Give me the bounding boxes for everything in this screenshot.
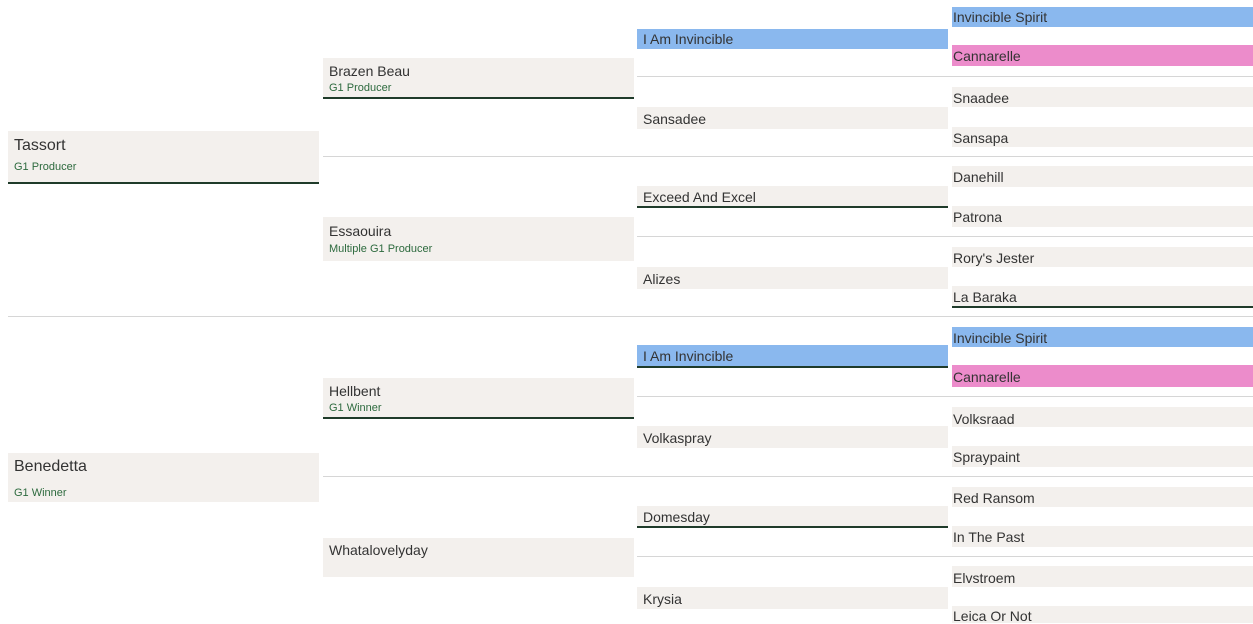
pedigree-gen4-entry[interactable]: Elvstroem — [952, 566, 1253, 587]
divider-gen2 — [323, 476, 1253, 477]
horse-name: Elvstroem — [953, 570, 1016, 586]
horse-name: Sansadee — [643, 111, 707, 127]
status-badge: G1 Winner — [329, 402, 382, 414]
pedigree-gen4-entry[interactable]: Spraypaint — [952, 446, 1253, 467]
pedigree-sire[interactable]: Tassort G1 Producer — [8, 131, 319, 184]
pedigree-gen2-entry[interactable]: Brazen Beau G1 Producer — [323, 58, 634, 99]
horse-name: Spraypaint — [953, 449, 1020, 465]
horse-name: Cannarelle — [953, 48, 1021, 64]
pedigree-gen4-entry[interactable]: Cannarelle — [952, 365, 1253, 387]
pedigree-gen4-entry[interactable]: Patrona — [952, 206, 1253, 227]
pedigree-gen2-entry[interactable]: Essaouira Multiple G1 Producer — [323, 217, 634, 261]
pedigree-gen4-entry[interactable]: In The Past — [952, 526, 1253, 547]
pedigree-gen3-entry[interactable]: I Am Invincible — [637, 345, 948, 368]
pedigree-gen3-entry[interactable]: Alizes — [637, 267, 948, 289]
divider-main — [8, 316, 1253, 317]
horse-name: Brazen Beau — [329, 63, 410, 79]
horse-name: Cannarelle — [953, 369, 1021, 385]
horse-name: Hellbent — [329, 383, 381, 399]
horse-name: Danehill — [953, 169, 1004, 185]
pedigree-gen4-entry[interactable]: Volksraad — [952, 407, 1253, 427]
horse-name: I Am Invincible — [643, 31, 734, 47]
divider-gen3 — [637, 556, 1253, 557]
status-badge: G1 Winner — [14, 487, 67, 499]
divider-gen3 — [637, 76, 1253, 77]
pedigree-gen4-entry[interactable]: La Baraka — [952, 286, 1253, 308]
status-badge: Multiple G1 Producer — [329, 243, 433, 255]
horse-name: Krysia — [643, 591, 682, 607]
horse-name: Essaouira — [329, 223, 392, 239]
horse-name: La Baraka — [953, 289, 1017, 305]
horse-name: Benedetta — [14, 458, 87, 475]
horse-name: Patrona — [953, 209, 1003, 225]
pedigree-gen4-entry[interactable]: Invincible Spirit — [952, 327, 1253, 347]
horse-name: Alizes — [643, 271, 681, 287]
pedigree-gen3-entry[interactable]: Volkaspray — [637, 426, 948, 448]
pedigree-gen4-entry[interactable]: Invincible Spirit — [952, 7, 1253, 27]
status-badge: G1 Producer — [14, 161, 77, 173]
horse-name: Volksraad — [953, 411, 1015, 427]
horse-name: Red Ransom — [953, 490, 1035, 506]
pedigree-gen3-entry[interactable]: Domesday — [637, 506, 948, 528]
horse-name: Snaadee — [953, 90, 1010, 106]
divider-gen3 — [637, 396, 1253, 397]
horse-name: Invincible Spirit — [953, 330, 1048, 346]
pedigree-gen4-entry[interactable]: Cannarelle — [952, 45, 1253, 66]
horse-name: Domesday — [643, 509, 710, 525]
pedigree-gen3-entry[interactable]: Sansadee — [637, 107, 948, 129]
pedigree-gen2-entry[interactable]: Whatalovelyday — [323, 538, 634, 577]
divider-gen3 — [637, 236, 1253, 237]
horse-name: In The Past — [953, 529, 1025, 545]
horse-name: I Am Invincible — [643, 348, 734, 364]
pedigree-dam[interactable]: Benedetta G1 Winner — [8, 453, 319, 502]
pedigree-gen4-entry[interactable]: Rory's Jester — [952, 247, 1253, 267]
pedigree-gen3-entry[interactable]: Exceed And Excel — [637, 186, 948, 208]
pedigree-gen3-entry[interactable]: I Am Invincible — [637, 29, 948, 49]
horse-name: Leica Or Not — [953, 608, 1032, 624]
horse-name: Whatalovelyday — [329, 542, 428, 558]
divider-gen2 — [323, 156, 1253, 157]
pedigree-gen2-entry[interactable]: Hellbent G1 Winner — [323, 378, 634, 419]
horse-name: Tassort — [14, 137, 66, 154]
horse-name: Volkaspray — [643, 430, 712, 446]
horse-name: Sansapa — [953, 130, 1009, 146]
horse-name: Invincible Spirit — [953, 9, 1048, 25]
horse-name: Rory's Jester — [953, 250, 1035, 266]
pedigree-gen4-entry[interactable]: Leica Or Not — [952, 606, 1253, 624]
pedigree-gen4-entry[interactable]: Sansapa — [952, 127, 1253, 147]
status-badge: G1 Producer — [329, 82, 392, 94]
pedigree-gen4-entry[interactable]: Danehill — [952, 166, 1253, 187]
pedigree-gen3-entry[interactable]: Krysia — [637, 587, 948, 609]
pedigree-gen4-entry[interactable]: Snaadee — [952, 87, 1253, 107]
pedigree-gen4-entry[interactable]: Red Ransom — [952, 487, 1253, 507]
horse-name: Exceed And Excel — [643, 189, 756, 205]
